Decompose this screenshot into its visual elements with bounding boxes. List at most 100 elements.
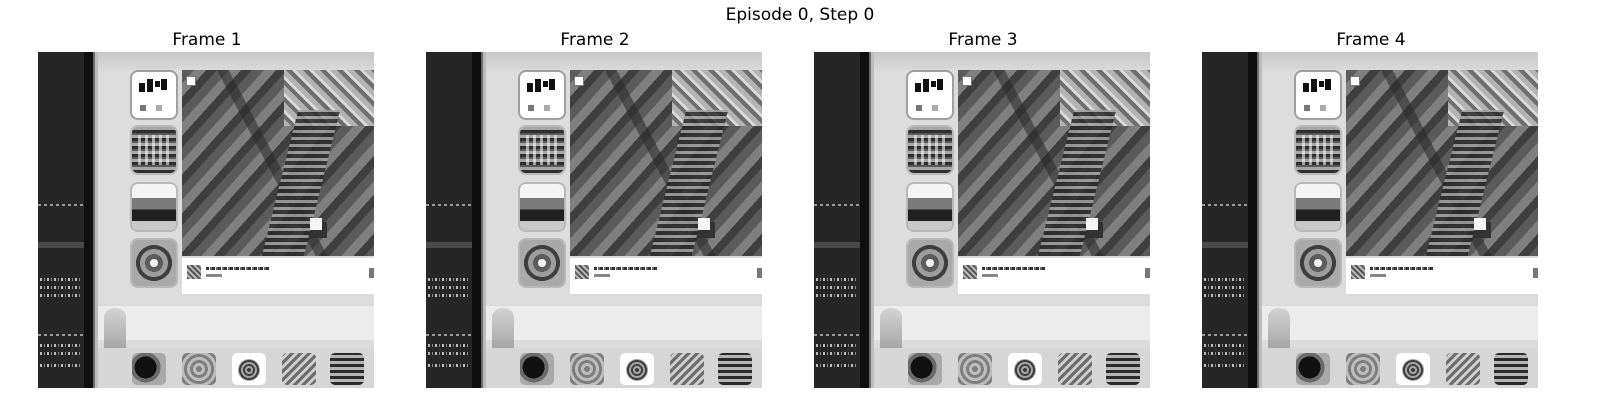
left-sidebar <box>426 52 472 388</box>
video-caption-card[interactable] <box>1346 258 1538 294</box>
frame-title: Frame 2 <box>560 30 630 50</box>
thumbnail-dial[interactable] <box>1296 240 1340 286</box>
left-sidebar <box>814 52 860 388</box>
dock-app-icon[interactable] <box>1106 353 1140 385</box>
window-edge <box>84 52 98 388</box>
dock-app-icon[interactable] <box>570 353 604 385</box>
video-checkbox-icon[interactable] <box>1350 76 1360 86</box>
window-edge <box>472 52 486 388</box>
video-checkbox-icon[interactable] <box>962 76 972 86</box>
thumbnail-badge-icon <box>528 105 534 111</box>
window-edge <box>860 52 874 388</box>
dock-app-icon[interactable] <box>1058 353 1092 385</box>
dock-app-icon[interactable] <box>670 353 704 385</box>
video-player[interactable] <box>570 70 762 256</box>
video-caption-card[interactable] <box>958 258 1150 294</box>
dock-app-icon[interactable] <box>132 353 166 385</box>
frame-title: Frame 1 <box>172 30 242 50</box>
caption-text-line <box>206 267 270 270</box>
logo-icon <box>527 79 557 95</box>
dock-app-icon[interactable] <box>718 353 752 385</box>
more-options-icon[interactable] <box>369 268 374 278</box>
frame-image <box>38 52 374 388</box>
caption-meta-line <box>206 274 222 277</box>
input-bar[interactable] <box>486 306 762 340</box>
more-options-icon[interactable] <box>1145 268 1150 278</box>
video-subject <box>698 218 710 230</box>
frame-image <box>426 52 762 388</box>
input-bar[interactable] <box>1262 306 1538 340</box>
frame-title: Frame 3 <box>948 30 1018 50</box>
caption-text-line <box>982 267 1046 270</box>
figure-title: Episode 0, Step 0 <box>725 5 875 25</box>
video-subject <box>1474 218 1486 230</box>
video-player[interactable] <box>182 70 374 256</box>
logo-icon <box>1303 79 1333 95</box>
thumbnail-photo[interactable] <box>908 184 952 230</box>
dock-app-icon[interactable] <box>1296 353 1330 385</box>
dock-app-icon[interactable] <box>908 353 942 385</box>
dock-app-icon[interactable] <box>1346 353 1380 385</box>
thumbnail-badge-icon <box>1320 105 1326 111</box>
caption-text-line <box>594 267 658 270</box>
dock-app-icon[interactable] <box>1446 353 1480 385</box>
dock-app-icon[interactable] <box>282 353 316 385</box>
frame-panel-1: Frame 1 <box>38 30 376 388</box>
channel-avatar-icon <box>187 265 201 279</box>
frame-image <box>1202 52 1538 388</box>
video-subject <box>310 218 322 230</box>
dock-app-icon[interactable] <box>1396 353 1430 385</box>
channel-avatar-icon <box>575 265 589 279</box>
thumbnail-badge-icon <box>140 105 146 111</box>
thumbnail-qr[interactable] <box>132 127 176 173</box>
input-bar[interactable] <box>98 306 374 340</box>
dock-app-icon[interactable] <box>330 353 364 385</box>
dock-app-icon[interactable] <box>232 353 266 385</box>
top-strip <box>98 52 374 70</box>
thumbnail-qr[interactable] <box>908 127 952 173</box>
thumbnail-badge-icon <box>544 105 550 111</box>
caption-meta-line <box>1370 274 1386 277</box>
input-bar[interactable] <box>874 306 1150 340</box>
dock-app-icon[interactable] <box>1008 353 1042 385</box>
frame-panel-4: Frame 4 <box>1202 30 1540 388</box>
thumbnail-qr[interactable] <box>1296 127 1340 173</box>
logo-icon <box>139 79 169 95</box>
dock-app-icon[interactable] <box>958 353 992 385</box>
logo-icon <box>915 79 945 95</box>
frame-panel-3: Frame 3 <box>814 30 1152 388</box>
video-player[interactable] <box>958 70 1150 256</box>
thumbnail-dial[interactable] <box>132 240 176 286</box>
frame-title: Frame 4 <box>1336 30 1406 50</box>
thumbnail-logo[interactable] <box>520 72 564 118</box>
dock-app-icon[interactable] <box>1494 353 1528 385</box>
thumbnail-logo[interactable] <box>1296 72 1340 118</box>
thumbnail-qr[interactable] <box>520 127 564 173</box>
thumbnail-badge-icon <box>932 105 938 111</box>
thumbnail-badge-icon <box>156 105 162 111</box>
thumbnail-dial[interactable] <box>520 240 564 286</box>
thumbnail-photo[interactable] <box>520 184 564 230</box>
video-checkbox-icon[interactable] <box>186 76 196 86</box>
thumbnail-logo[interactable] <box>908 72 952 118</box>
dock-app-icon[interactable] <box>520 353 554 385</box>
thumbnail-dial[interactable] <box>908 240 952 286</box>
video-checkbox-icon[interactable] <box>574 76 584 86</box>
video-caption-card[interactable] <box>570 258 762 294</box>
frame-image <box>814 52 1150 388</box>
thumbnail-photo[interactable] <box>132 184 176 230</box>
window-edge <box>1248 52 1262 388</box>
top-strip <box>486 52 762 70</box>
more-options-icon[interactable] <box>1533 268 1538 278</box>
caption-meta-line <box>982 274 998 277</box>
caption-meta-line <box>594 274 610 277</box>
thumbnail-logo[interactable] <box>132 72 176 118</box>
thumbnail-photo[interactable] <box>1296 184 1340 230</box>
dock-app-icon[interactable] <box>620 353 654 385</box>
dock-app-icon[interactable] <box>182 353 216 385</box>
left-sidebar <box>38 52 84 388</box>
more-options-icon[interactable] <box>757 268 762 278</box>
video-player[interactable] <box>1346 70 1538 256</box>
video-caption-card[interactable] <box>182 258 374 294</box>
video-subject <box>1086 218 1098 230</box>
